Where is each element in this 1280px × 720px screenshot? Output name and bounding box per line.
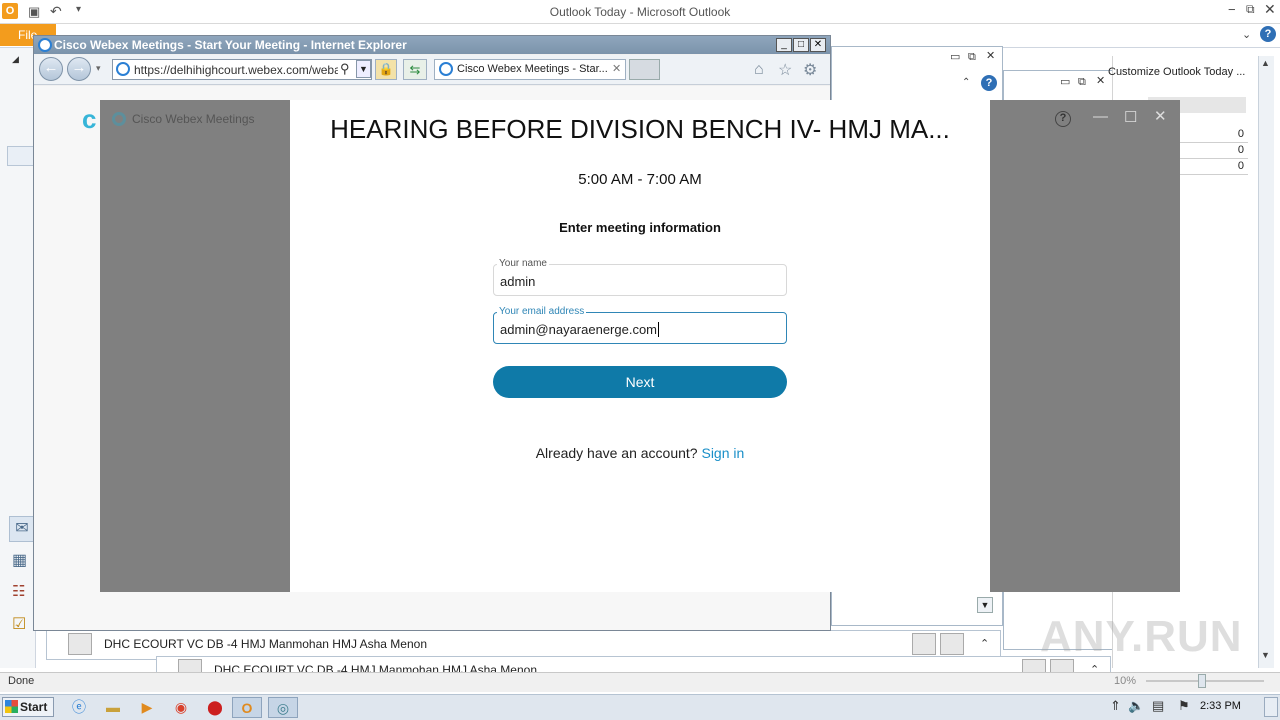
- ie-minimize-button[interactable]: _: [776, 38, 792, 52]
- webex-close-button[interactable]: ✕: [1154, 107, 1167, 125]
- address-url[interactable]: https://delhihighcourt.webex.com/webapp: [134, 63, 338, 77]
- tab-ie-icon: [439, 62, 453, 76]
- nav-selected-folder[interactable]: [7, 146, 35, 166]
- contact-avatar: [68, 633, 92, 655]
- webex-maximize-button[interactable]: ☐: [1124, 108, 1137, 126]
- star-icon[interactable]: ☆: [778, 60, 792, 80]
- taskbar-opera-icon[interactable]: ⬤: [200, 697, 230, 718]
- email-field-value[interactable]: admin@nayaraenerge.com: [500, 322, 657, 337]
- outlook-help-icon[interactable]: ?: [1260, 26, 1276, 42]
- meeting-time: 5:00 AM - 7:00 AM: [578, 171, 702, 188]
- back-arrow-icon[interactable]: ←: [39, 57, 63, 81]
- calendar-icon[interactable]: ▦: [12, 550, 27, 570]
- taskbar-clock[interactable]: 2:33 PM: [1200, 700, 1241, 712]
- text-caret: [658, 322, 660, 337]
- name-field-label: Your name: [497, 258, 549, 269]
- ie-close-button[interactable]: ✕: [810, 38, 826, 52]
- child-help-icon[interactable]: ?: [981, 75, 997, 91]
- taskbar-media-icon[interactable]: ▶: [132, 697, 162, 718]
- email-field-label: Your email address: [497, 306, 587, 317]
- scroll-up-arrow-icon[interactable]: ▲: [1261, 58, 1270, 68]
- address-dropdown-icon[interactable]: ▼: [356, 60, 371, 78]
- folder-expand-icon[interactable]: ◢: [12, 54, 19, 65]
- taskbar-ie-icon[interactable]: ⓔ: [64, 697, 94, 718]
- form-heading: Enter meeting information: [559, 220, 721, 235]
- refresh-icon[interactable]: ⇆: [403, 59, 427, 80]
- child-collapse-icon[interactable]: ⌃: [962, 77, 970, 88]
- ie-logo-icon: [38, 38, 52, 52]
- status-text: Done: [8, 675, 35, 687]
- page-ie-icon: [116, 62, 130, 76]
- outlook-status-bar: [0, 672, 1280, 692]
- contact-expand-icon[interactable]: ⌃: [980, 637, 989, 650]
- customize-outlook-today-link[interactable]: Customize Outlook Today ...: [1108, 66, 1245, 78]
- tab-close-icon[interactable]: ✕: [612, 62, 621, 75]
- contacts-icon[interactable]: ☷: [12, 582, 25, 600]
- search-icon[interactable]: ⚲: [340, 61, 350, 77]
- signin-link[interactable]: Sign in: [701, 445, 744, 461]
- child-close-button[interactable]: ✕: [986, 50, 995, 62]
- watermark-logo: ANY.RUN: [1040, 612, 1243, 661]
- lock-icon[interactable]: 🔒: [375, 59, 397, 80]
- child2-minimize-button[interactable]: ▭: [1060, 76, 1070, 88]
- outlook-window-title: Outlook Today - Microsoft Outlook: [549, 5, 731, 19]
- name-field-value[interactable]: admin: [500, 274, 535, 289]
- ie-tab-label[interactable]: Cisco Webex Meetings - Star...: [457, 63, 609, 75]
- child-restore-button[interactable]: ⧉: [968, 51, 976, 63]
- volume-icon[interactable]: 🔈: [1128, 698, 1144, 714]
- child-minimize-button[interactable]: ▭: [950, 51, 960, 63]
- email-field-value-wrap[interactable]: admin@nayaraenerge.com: [500, 322, 660, 337]
- contact-bar-name: DHC ECOURT VC DB -4 HMJ Manmohan HMJ Ash…: [104, 637, 427, 651]
- webex-dim-left: [100, 100, 290, 592]
- meeting-title: HEARING BEFORE DIVISION BENCH IV- HMJ MA…: [330, 114, 950, 144]
- gear-icon[interactable]: ⚙: [803, 60, 817, 80]
- webex-brand: Cisco Webex Meetings: [132, 112, 255, 126]
- webex-logo-icon: [112, 112, 126, 126]
- action-center-flag-icon[interactable]: ⚑: [1178, 698, 1190, 714]
- account-prompt: Already have an account?: [535, 445, 698, 461]
- child2-close-button[interactable]: ✕: [1096, 75, 1105, 87]
- outlook-minimize-button[interactable]: −: [1228, 2, 1236, 17]
- tray-expand-icon[interactable]: ⇑: [1110, 698, 1121, 714]
- taskbar-outlook-icon[interactable]: O: [232, 697, 262, 718]
- mail-icon[interactable]: ✉: [9, 516, 35, 542]
- ribbon-collapse-icon[interactable]: ⌄: [1242, 28, 1251, 41]
- signin-row: Already have an account? Sign in: [290, 445, 990, 461]
- outlook-scrollbar[interactable]: [1258, 56, 1274, 668]
- webex-minimize-button[interactable]: —: [1093, 108, 1108, 125]
- child2-restore-button[interactable]: ⧉: [1078, 76, 1086, 88]
- tasks-icon[interactable]: ☑: [12, 614, 26, 634]
- contact-avatar: [940, 633, 964, 655]
- taskbar-webex-icon[interactable]: ◎: [268, 697, 298, 718]
- forward-arrow-icon[interactable]: →: [67, 57, 91, 81]
- next-button[interactable]: Next: [493, 366, 787, 398]
- show-desktop-button[interactable]: [1264, 697, 1278, 717]
- windows-flag-icon: [5, 700, 18, 713]
- taskbar-chrome-icon[interactable]: ◉: [166, 697, 196, 718]
- outlook-restore-button[interactable]: ⧉: [1246, 2, 1255, 17]
- scroll-down-arrow-icon[interactable]: ▼: [1261, 650, 1270, 660]
- ie-maximize-button[interactable]: □: [793, 38, 809, 52]
- zoom-slider-thumb[interactable]: [1198, 674, 1206, 688]
- network-icon[interactable]: ▤: [1152, 698, 1164, 714]
- navigation-pane: [0, 48, 36, 668]
- ie-window-title: Cisco Webex Meetings - Start Your Meetin…: [54, 38, 407, 52]
- taskbar-explorer-icon[interactable]: ▬: [98, 697, 128, 718]
- history-dropdown-icon[interactable]: ▾: [96, 63, 101, 74]
- help-icon[interactable]: ?: [1055, 111, 1071, 127]
- home-icon[interactable]: ⌂: [754, 61, 764, 79]
- child-scroll-down-icon[interactable]: ▼: [977, 597, 993, 613]
- contact-avatar: [912, 633, 936, 655]
- webex-dim-right: [990, 100, 1180, 592]
- zoom-level: 10%: [1114, 675, 1137, 687]
- outlook-close-button[interactable]: ✕: [1264, 1, 1276, 18]
- new-tab-button[interactable]: [629, 59, 660, 80]
